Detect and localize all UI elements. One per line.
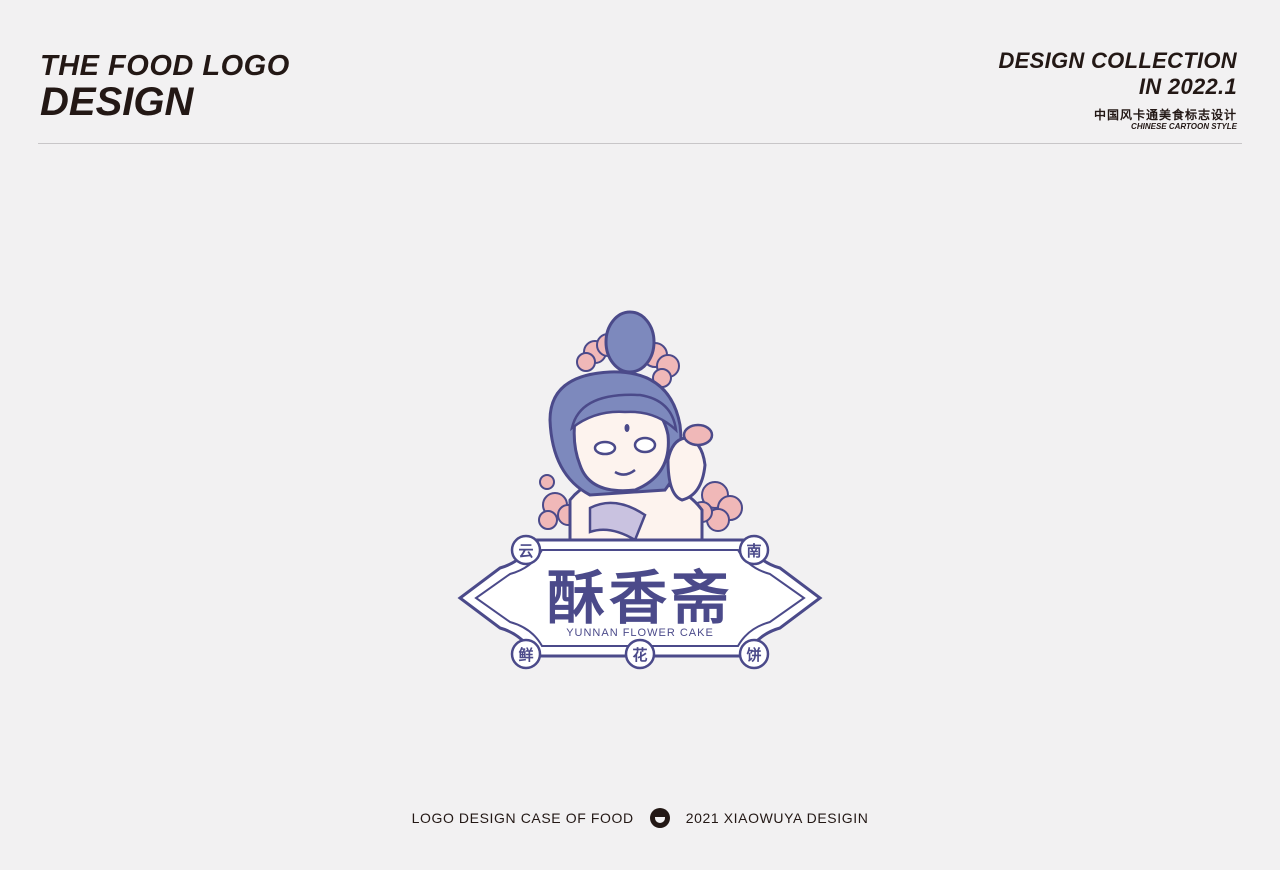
brand-subtitle: YUNNAN FLOWER CAKE xyxy=(566,627,714,639)
badge-nan: 南 xyxy=(746,542,761,560)
badge-hua: 花 xyxy=(632,646,647,664)
collection-date: IN 2022.1 xyxy=(1138,74,1237,99)
hand xyxy=(666,436,707,502)
badge-xian: 鲜 xyxy=(518,646,533,664)
header-divider xyxy=(38,143,1242,144)
mascot-icon xyxy=(649,808,670,828)
footer-left-text: LOGO DESIGN CASE OF FOOD xyxy=(411,810,634,826)
flower-cake xyxy=(682,423,714,447)
badge-bing: 饼 xyxy=(746,646,761,664)
collection-title: DESIGN COLLECTION xyxy=(998,48,1237,73)
eye-left xyxy=(593,440,617,456)
badge-yun: 云 xyxy=(518,542,533,560)
logo-illustration: 云 南 鲜 花 饼 酥香斋 YUNNAN FLOWER CAKE xyxy=(457,310,823,670)
header-title-line1: THE FOOD LOGO xyxy=(40,50,290,82)
header-right: DESIGN COLLECTION IN 2022.1 中国风卡通美食标志设计 … xyxy=(998,48,1237,132)
footer: LOGO DESIGN CASE OF FOOD 2021 XIAOWUYA D… xyxy=(0,808,1280,828)
hair-bun xyxy=(604,310,656,374)
header-title-line2: DESIGN xyxy=(40,80,194,124)
forehead-mark xyxy=(624,424,630,432)
header-left: THE FOOD LOGO DESIGN xyxy=(40,50,290,122)
eye-right xyxy=(633,436,657,454)
collection-cn-subtitle: 中国风卡通美食标志设计 xyxy=(1093,108,1237,122)
brand-name: 酥香斋 xyxy=(547,564,733,632)
brand-logo: 云 南 鲜 花 饼 酥香斋 YUNNAN FLOWER CAKE xyxy=(440,300,840,690)
collection-en-subtitle: CHINESE CARTOON STYLE xyxy=(1131,122,1237,131)
footer-right-text: 2021 XIAOWUYA DESIGIN xyxy=(685,810,869,826)
